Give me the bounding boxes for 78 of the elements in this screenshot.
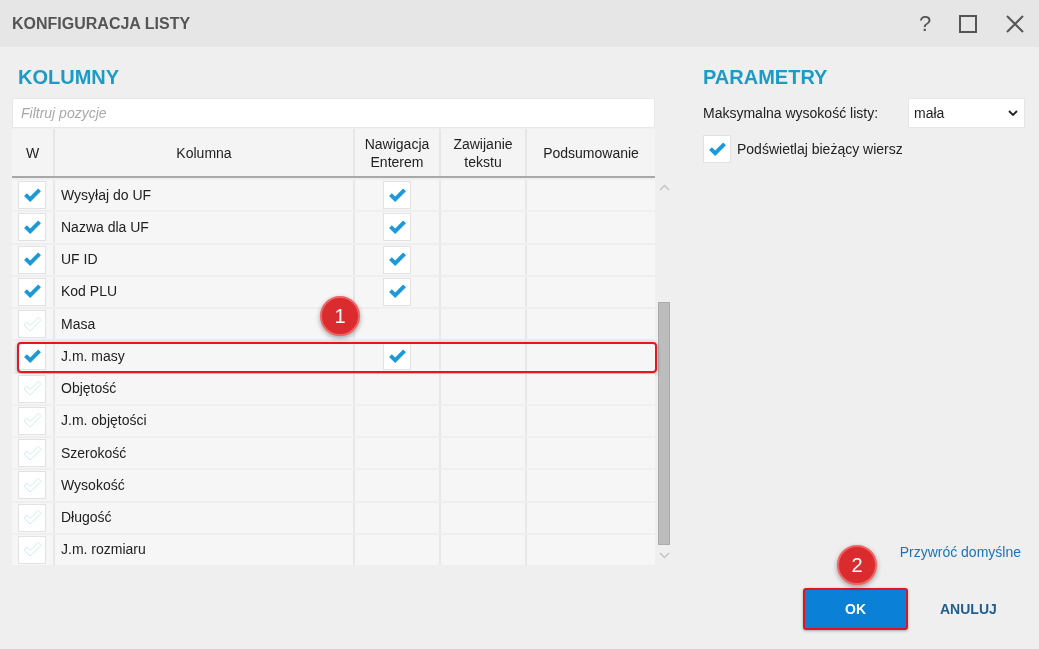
table-cell: J.m. masy <box>55 341 353 372</box>
check-icon <box>22 187 42 203</box>
visibility-checkbox[interactable] <box>18 535 46 564</box>
column-header[interactable]: Podsumowanie <box>527 129 655 176</box>
table-row[interactable]: Długość <box>12 502 655 533</box>
column-header[interactable]: Nawigacja Enterem <box>355 129 439 176</box>
help-button[interactable]: ? <box>907 5 943 42</box>
visibility-checkbox[interactable] <box>18 374 46 403</box>
scrollbar-thumb[interactable] <box>658 302 670 545</box>
visibility-checkbox[interactable] <box>18 471 46 500</box>
column-header[interactable]: W <box>12 129 53 176</box>
visibility-checkbox[interactable] <box>18 213 46 242</box>
table-row[interactable]: Szerokość <box>12 438 655 469</box>
check-icon <box>22 219 42 235</box>
visibility-checkbox[interactable] <box>18 439 46 468</box>
enter-navigation-checkbox[interactable] <box>383 277 411 306</box>
enter-navigation-checkbox[interactable] <box>383 213 411 242</box>
table-cell: Nazwa dla UF <box>55 212 353 243</box>
check-outline-icon <box>22 477 42 493</box>
check-icon <box>387 219 407 235</box>
check-icon <box>387 284 407 300</box>
maximize-icon <box>959 14 977 33</box>
check-icon <box>22 252 42 268</box>
visibility-checkbox[interactable] <box>18 310 46 339</box>
check-outline-icon <box>22 510 42 526</box>
table-row[interactable]: Nazwa dla UF <box>12 212 655 243</box>
field-label: Maksymalna wysokość listy: <box>703 103 880 123</box>
check-outline-icon <box>22 542 42 558</box>
highlight-checkbox[interactable] <box>703 135 731 163</box>
table-row[interactable]: J.m. masy <box>12 341 655 372</box>
checkbox-label: Podświetlaj bieżący wiersz <box>737 139 903 159</box>
window-title: KONFIGURACJA LISTY <box>12 13 191 34</box>
visibility-checkbox[interactable] <box>18 277 46 306</box>
table-cell: J.m. rozmiaru <box>55 534 353 565</box>
restore-defaults-link[interactable]: Przywróć domyślne <box>899 542 1021 562</box>
enter-navigation-checkbox[interactable] <box>383 181 411 210</box>
table-cell: J.m. objętości <box>55 405 353 436</box>
close-icon <box>1006 14 1024 33</box>
check-icon <box>22 348 42 364</box>
table-row[interactable]: J.m. rozmiaru <box>12 534 655 565</box>
check-outline-icon <box>22 316 42 332</box>
visibility-checkbox[interactable] <box>18 503 46 532</box>
enter-navigation-checkbox[interactable] <box>383 245 411 274</box>
section-heading: KOLUMNY <box>17 65 121 90</box>
table-row[interactable]: Wysyłaj do UF <box>12 180 655 211</box>
column-header[interactable]: Zawijanie tekstu <box>441 129 525 176</box>
table-cell: Objętość <box>55 373 353 404</box>
section-heading: PARAMETRY <box>703 65 829 90</box>
check-outline-icon <box>22 381 42 397</box>
table-cell: Kod PLU <box>55 276 353 307</box>
check-icon <box>387 348 407 364</box>
table-cell: UF ID <box>55 244 353 275</box>
visibility-checkbox[interactable] <box>18 181 46 210</box>
table-row[interactable]: UF ID <box>12 244 655 275</box>
enter-navigation-checkbox[interactable] <box>383 342 411 371</box>
table-row[interactable]: Kod PLU <box>12 276 655 307</box>
table-cell: Wysokość <box>55 470 353 501</box>
visibility-checkbox[interactable] <box>18 245 46 274</box>
check-icon <box>707 141 727 157</box>
check-icon <box>387 187 407 203</box>
chevron-down-icon <box>1008 110 1018 116</box>
table-cell: Wysyłaj do UF <box>55 180 353 211</box>
ok-button[interactable]: OK <box>803 588 908 630</box>
step-badge: 2 <box>837 545 877 585</box>
table-row[interactable]: J.m. objętości <box>12 405 655 436</box>
table-cell: Szerokość <box>55 438 353 469</box>
height-select[interactable]: mała <box>908 98 1025 128</box>
check-icon <box>22 284 42 300</box>
check-outline-icon <box>22 445 42 461</box>
check-icon <box>387 252 407 268</box>
filter-field[interactable]: Filtruj pozycje <box>12 98 655 128</box>
table-row[interactable]: Objętość <box>12 373 655 404</box>
column-header[interactable]: Kolumna <box>55 129 353 176</box>
table-cell: Długość <box>55 502 353 533</box>
table-row[interactable]: Wysokość <box>12 470 655 501</box>
visibility-checkbox[interactable] <box>18 406 46 435</box>
cancel-button[interactable]: ANULUJ <box>928 588 1009 630</box>
check-outline-icon <box>22 413 42 429</box>
